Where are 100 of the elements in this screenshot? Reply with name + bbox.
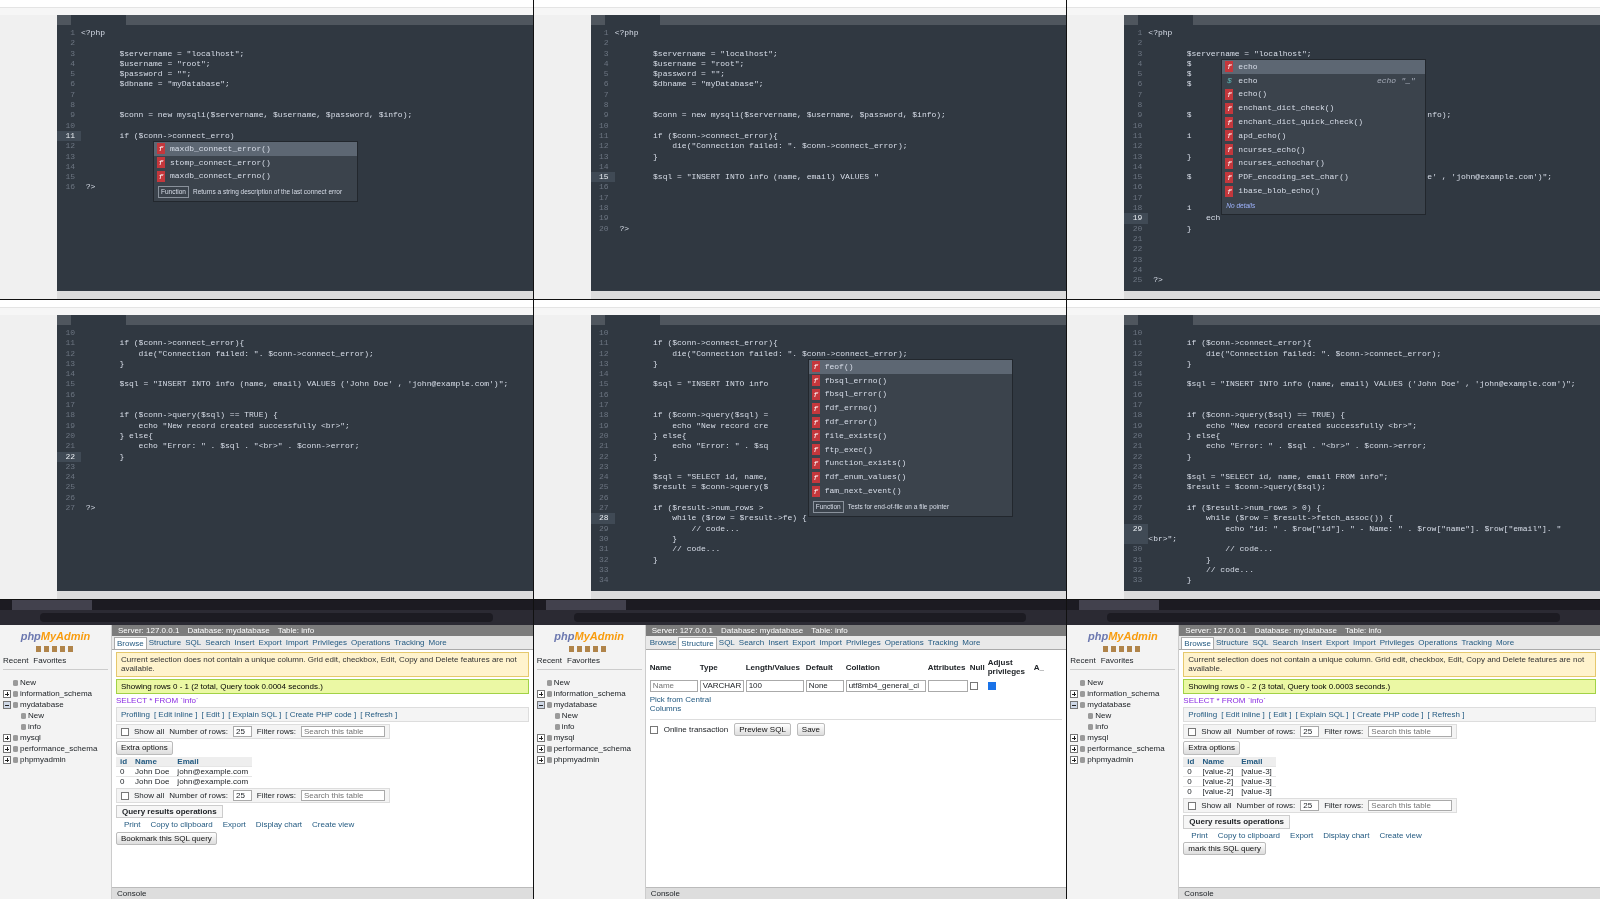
expand-icon[interactable] (1070, 734, 1079, 742)
filter-field[interactable]: Search this table (1368, 800, 1453, 812)
tree-item[interactable]: info (561, 721, 575, 733)
collapse-icon[interactable] (1070, 701, 1079, 709)
tree-item[interactable]: information_schema (1087, 688, 1160, 700)
collation-select[interactable]: utf8mb4_general_ci (845, 679, 926, 692)
action-link[interactable]: Export (222, 820, 246, 830)
tab[interactable]: Privileges (310, 637, 350, 650)
column-header[interactable]: id (1183, 756, 1199, 767)
tree-item[interactable]: mydatabase (1087, 699, 1131, 711)
tab[interactable]: Structure (678, 637, 717, 650)
query-link[interactable]: [ Edit ] (201, 709, 225, 720)
autocomplete-item[interactable]: f maxdb_connect_errno() (154, 169, 357, 184)
tab[interactable]: More (1493, 637, 1517, 650)
expand-icon[interactable] (3, 756, 11, 764)
checkbox[interactable] (121, 727, 129, 736)
rows-select[interactable]: 25 (1300, 800, 1320, 812)
tab[interactable]: Operations (349, 637, 393, 650)
column-header[interactable]: id (116, 756, 132, 767)
breadcrumb-link[interactable]: Table: info (277, 625, 315, 636)
expand-icon[interactable] (1070, 756, 1079, 764)
collapse-icon[interactable] (3, 701, 11, 709)
tree-item[interactable]: New (553, 677, 570, 689)
tab[interactable]: Browse (1181, 637, 1214, 650)
autocomplete-item[interactable]: f fdf_error() (808, 415, 1012, 429)
filter-field[interactable]: Search this table (1368, 726, 1453, 738)
save-button[interactable]: Save (796, 722, 826, 737)
nav-link[interactable]: Favorites (567, 654, 600, 667)
tab[interactable]: Search (1270, 637, 1300, 650)
tab[interactable]: Insert (232, 637, 257, 650)
tree-item[interactable]: info (1095, 721, 1109, 733)
tab[interactable]: SQL (716, 637, 737, 650)
autocomplete-item[interactable]: f echo() (1222, 87, 1426, 102)
query-link[interactable]: [ Edit inline ] (153, 709, 198, 720)
query-link[interactable]: [ Refresh ] (360, 709, 398, 720)
breadcrumb-link[interactable]: Database: mydatabase (187, 625, 270, 636)
rows-select[interactable]: 25 (232, 790, 252, 802)
tree-item[interactable]: phpmyadmin (1087, 754, 1134, 766)
autocomplete-item[interactable]: f enchant_dict_check() (1222, 101, 1426, 116)
action-link[interactable]: Copy to clipboard (1217, 830, 1281, 840)
query-link[interactable]: [ Refresh ] (1427, 709, 1465, 720)
query-link[interactable]: [ Explain SQL ] (1295, 709, 1349, 720)
tab[interactable]: More (426, 637, 449, 650)
tab[interactable]: Operations (882, 637, 926, 650)
action-link[interactable]: Print (124, 820, 141, 830)
autocomplete-item[interactable]: f feof() (808, 360, 1012, 374)
preview-sql-button[interactable]: Preview SQL (734, 722, 791, 737)
action-link[interactable]: Display chart (1323, 830, 1370, 840)
column-header[interactable]: Email (1237, 756, 1276, 767)
tree-item[interactable]: mysql (1087, 732, 1109, 744)
tree-item[interactable]: mysql (20, 732, 41, 744)
tab[interactable]: Insert (1299, 637, 1324, 650)
tab[interactable]: SQL (1250, 637, 1271, 650)
action-button[interactable]: mark this SQL query (1183, 841, 1266, 855)
query-link[interactable]: [ Explain SQL ] (228, 709, 282, 720)
autocomplete-item[interactable]: f enchant_dict_quick_check() (1222, 115, 1426, 129)
tab[interactable]: Browse (647, 637, 679, 650)
tab[interactable]: Tracking (925, 637, 961, 650)
autocomplete-item[interactable]: f echo (1222, 60, 1426, 74)
column-header[interactable]: Name (131, 756, 174, 767)
console-bar[interactable]: Console (1179, 886, 1600, 899)
length-field[interactable]: 100 (745, 679, 804, 692)
autocomplete-item[interactable]: $ echo echo "_" (1222, 73, 1426, 88)
breadcrumb-link[interactable]: Table: info (811, 625, 848, 636)
tree-item[interactable]: info (28, 721, 41, 733)
tab[interactable]: Export (256, 637, 284, 650)
action-button[interactable]: Extra options (116, 741, 173, 755)
tree-item[interactable]: New (20, 677, 36, 689)
expand-icon[interactable] (1070, 690, 1079, 698)
autocomplete-item[interactable]: f fbsql_error() (808, 387, 1012, 402)
tab[interactable]: Browse (114, 637, 147, 650)
tab[interactable]: Tracking (392, 637, 427, 650)
expand-icon[interactable] (536, 745, 545, 753)
tab[interactable]: Export (790, 637, 818, 650)
checkbox[interactable] (121, 791, 129, 800)
autocomplete-item[interactable]: f stomp_connect_error() (154, 155, 357, 170)
tab[interactable]: Structure (146, 637, 184, 650)
tab[interactable]: Import (817, 637, 844, 650)
tree-item[interactable]: mydatabase (20, 699, 64, 711)
expand-icon[interactable] (3, 745, 11, 753)
tab[interactable]: Operations (1416, 637, 1460, 650)
autocomplete-item[interactable]: f maxdb_connect_error() (154, 142, 357, 156)
tab[interactable]: Import (283, 637, 311, 650)
default-select[interactable]: None (805, 679, 844, 692)
autocomplete-item[interactable]: f PDF_encoding_set_char() (1222, 170, 1426, 185)
action-link[interactable]: Create view (312, 820, 355, 830)
tab[interactable]: Search (736, 637, 767, 650)
tree-item[interactable]: phpmyadmin (553, 754, 600, 766)
nav-link[interactable]: Recent (3, 654, 29, 667)
autocomplete-item[interactable]: f ncurses_echo() (1222, 142, 1426, 157)
tab[interactable]: Structure (1214, 637, 1251, 650)
tree-item[interactable]: performance_schema (20, 743, 98, 755)
autocomplete-item[interactable]: f ftp_exec() (808, 442, 1012, 457)
tree-item[interactable]: performance_schema (1087, 743, 1165, 755)
rows-select[interactable]: 25 (1300, 726, 1320, 738)
tab[interactable]: Privileges (1377, 637, 1417, 650)
console-bar[interactable]: Console (112, 886, 533, 899)
checkbox[interactable] (1188, 727, 1197, 736)
tab[interactable]: Tracking (1459, 637, 1494, 650)
expand-icon[interactable] (536, 690, 545, 698)
